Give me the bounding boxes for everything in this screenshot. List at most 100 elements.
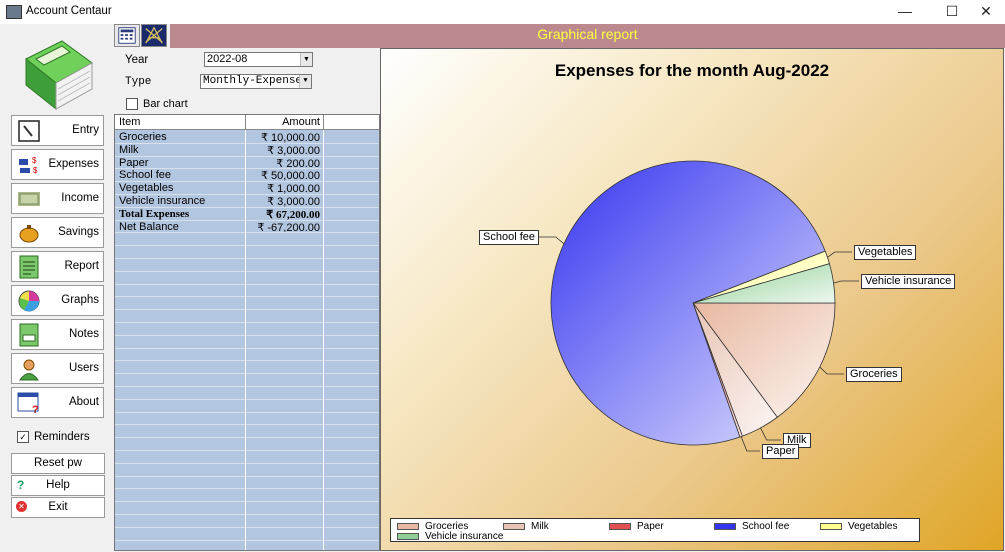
grid-line (115, 334, 379, 336)
checkbox-box (126, 98, 138, 111)
leader-line (827, 251, 852, 258)
expense-table: Item Amount Groceries ₹ 10,000.00 Milk ₹ 3,… (114, 114, 380, 551)
chevron-down-icon: ▼ (300, 53, 312, 66)
grid-line (115, 475, 379, 477)
grid-line (115, 270, 379, 272)
filter-panel: Year 2022-08 ▼ Type Monthly-Expenses ▼ B… (114, 48, 380, 114)
cell-item: School fee (119, 169, 171, 182)
table-header: Item Amount (115, 115, 379, 130)
leader-line (760, 427, 781, 441)
grid-line (115, 258, 379, 259)
legend-swatch (820, 523, 842, 530)
grid-line (115, 283, 379, 285)
leader-line (537, 236, 565, 245)
sidebar-item-income[interactable]: Income (11, 183, 104, 214)
savings-icon (19, 225, 39, 243)
expenses-icon: $$ (19, 156, 38, 175)
income-icon (18, 192, 40, 206)
cell-item: Total Expenses (119, 207, 190, 220)
sidebar-item-users[interactable]: Users (11, 353, 104, 384)
sidebar-item-expenses[interactable]: $ $ Expenses (11, 149, 104, 180)
about-icon: ? (17, 392, 39, 415)
pie-chart (537, 160, 859, 452)
grid-line (115, 539, 379, 541)
grid-line (115, 142, 379, 144)
grid-line (115, 360, 379, 362)
notes-icon (19, 323, 39, 347)
sidebar-item-entry[interactable]: Entry (11, 115, 104, 146)
sidebar-item-report[interactable]: Report (11, 251, 104, 282)
column-header-amount[interactable]: Amount (282, 116, 320, 128)
svg-text:$: $ (33, 166, 38, 175)
svg-text:?: ? (32, 404, 39, 415)
grid-line (115, 424, 379, 426)
legend-label: School fee (742, 521, 790, 532)
sidebar-item-label: Expenses (48, 158, 99, 170)
column-header-item[interactable]: Item (119, 116, 140, 128)
grid-line (115, 526, 379, 528)
grid-line (115, 245, 379, 247)
grid-line (115, 411, 379, 413)
grid-line (115, 155, 379, 157)
grid-line (115, 488, 379, 490)
report-icon (19, 255, 39, 279)
year-select[interactable]: 2022-08 ▼ (204, 52, 313, 67)
column-divider (323, 130, 324, 550)
cell-item: Paper (119, 156, 149, 169)
chart-panel: Expenses for the month Aug-2022 Grocerie… (380, 48, 1004, 551)
grid-line (115, 181, 379, 183)
grid-line (115, 373, 379, 375)
grid-line (115, 194, 379, 195)
leader-line (740, 436, 760, 452)
reset-password-button[interactable]: Reset pw (11, 453, 105, 474)
chart-legend: Groceries Milk Paper School fee Vegetables Ve… (390, 518, 920, 542)
sidebar-item-label: Report (64, 260, 99, 272)
slice-label: Groceries (846, 367, 902, 382)
reset-password-label: Reset pw (34, 457, 82, 469)
exit-button[interactable]: ✕ Exit (11, 497, 105, 518)
legend-label: Paper (637, 521, 664, 532)
bar-chart-checkbox[interactable]: Bar chart (126, 98, 188, 111)
legend-swatch (397, 533, 419, 540)
reminders-label: Reminders (34, 431, 90, 444)
calculator-icon[interactable] (114, 24, 140, 47)
sidebar-item-label: Users (68, 362, 99, 374)
sidebar-item-label: Graphs (61, 294, 99, 306)
legend-label: Milk (531, 521, 549, 532)
cell-item: Net Balance (119, 220, 179, 233)
user-icon (19, 359, 39, 381)
close-button[interactable]: ✕ (966, 0, 1005, 24)
grid-line (115, 450, 379, 451)
cell-item: Vehicle insurance (119, 195, 206, 207)
centaur-icon[interactable] (141, 24, 167, 47)
help-button[interactable]: ? Help (11, 475, 105, 496)
minimize-button[interactable]: — (885, 0, 925, 24)
toolbar (114, 24, 170, 48)
type-select-value: Monthly-Expenses (203, 75, 309, 87)
sidebar-item-savings[interactable]: Savings (11, 217, 104, 248)
reminders-check-icon: ✓ (17, 431, 29, 443)
sidebar: Entry $ $ Expenses Income Savings Report … (0, 24, 114, 552)
grid-line (115, 514, 379, 515)
grid-line (115, 206, 379, 208)
grid-line (115, 309, 379, 311)
type-label: Type (125, 76, 152, 88)
grid-line (115, 398, 379, 400)
sidebar-item-graphs[interactable]: Graphs (11, 285, 104, 316)
pie-chart-icon (18, 290, 40, 312)
legend-swatch (397, 523, 419, 530)
cell-item: Groceries (119, 131, 167, 143)
sidebar-item-notes[interactable]: Notes (11, 319, 104, 350)
grid-line (115, 168, 379, 170)
year-label: Year (125, 54, 149, 66)
window-title: Account Centaur (26, 5, 112, 17)
grid-line (115, 437, 379, 439)
type-select[interactable]: Monthly-Expenses ▼ (200, 74, 312, 89)
bar-chart-label: Bar chart (143, 98, 188, 110)
reminders-checkbox[interactable]: ✓ Reminders (17, 431, 90, 443)
leader-line (833, 280, 859, 284)
grid-line (115, 232, 379, 234)
column-divider (245, 130, 246, 550)
sidebar-item-about[interactable]: ? About (11, 387, 104, 418)
grid-line (115, 322, 379, 323)
